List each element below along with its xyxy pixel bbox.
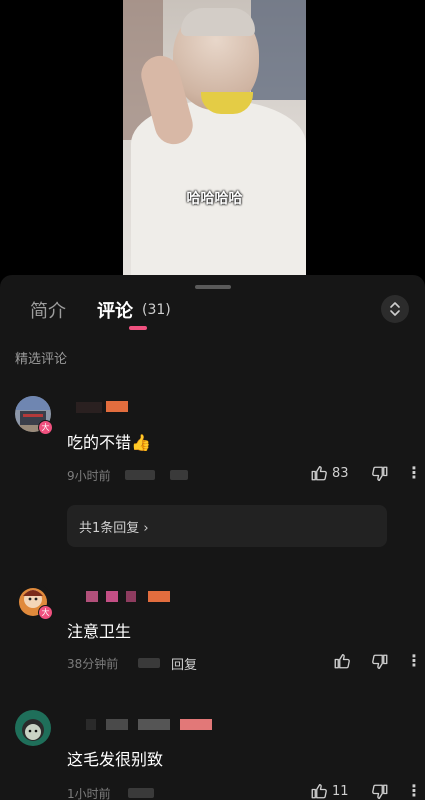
like-count: 83 bbox=[332, 465, 349, 481]
video-player[interactable]: 哈哈哈哈 bbox=[0, 0, 425, 280]
username-blurred-tag bbox=[148, 591, 170, 602]
chevron-right-icon: › bbox=[143, 521, 149, 536]
expand-collapse-icon bbox=[388, 301, 402, 317]
level-badge-icon: 大 bbox=[38, 420, 53, 435]
username-blurred[interactable] bbox=[76, 402, 102, 413]
avatar[interactable] bbox=[15, 710, 51, 746]
video-frame[interactable]: 哈哈哈哈 bbox=[123, 0, 306, 275]
video-caption: 哈哈哈哈 bbox=[186, 191, 243, 207]
dislike-button[interactable] bbox=[371, 653, 389, 671]
location-blurred bbox=[125, 470, 155, 480]
more-options-icon[interactable]: ⋮ bbox=[406, 651, 422, 670]
section-label-featured: 精选评论 bbox=[15, 352, 68, 367]
video-bg-right bbox=[251, 0, 306, 100]
thumbs-down-icon bbox=[371, 783, 389, 800]
level-badge-icon: 大 bbox=[38, 605, 53, 620]
meta-blurred bbox=[170, 470, 188, 480]
thumbs-up-icon bbox=[310, 782, 328, 800]
comment-time: 9小时前 bbox=[67, 469, 111, 483]
comment-panel: 简介 评论 (31) 精选评论 大 吃的不错👍 9小时前 83 ⋮ 共1条回复 … bbox=[0, 275, 425, 800]
thumbs-up-icon bbox=[310, 464, 328, 482]
location-blurred bbox=[128, 788, 154, 798]
thumbs-up-icon bbox=[333, 652, 351, 670]
thumbs-down-icon bbox=[371, 653, 389, 671]
tab-comments[interactable]: 评论 bbox=[97, 297, 133, 323]
reply-button[interactable]: 回复 bbox=[171, 654, 197, 673]
username-blurred[interactable] bbox=[86, 719, 96, 730]
like-button[interactable]: 11 bbox=[310, 782, 349, 800]
username-blurred bbox=[106, 719, 128, 730]
comment-text[interactable]: 吃的不错👍 bbox=[67, 429, 151, 453]
thumbs-up-emoji: 👍 bbox=[131, 433, 151, 452]
comment-time: 1小时前 bbox=[67, 787, 111, 800]
comment-count: (31) bbox=[142, 302, 171, 318]
replies-label: 共1条回复 › bbox=[79, 521, 149, 536]
dislike-button[interactable] bbox=[371, 783, 389, 800]
like-button[interactable]: 83 bbox=[310, 464, 349, 482]
username-blurred bbox=[126, 591, 136, 602]
drag-handle[interactable] bbox=[195, 285, 231, 289]
like-button[interactable] bbox=[333, 652, 351, 670]
dislike-button[interactable] bbox=[371, 465, 389, 483]
location-blurred bbox=[138, 658, 160, 668]
like-count: 11 bbox=[332, 783, 349, 799]
username-blurred-tag bbox=[106, 401, 128, 412]
expand-button[interactable] bbox=[381, 295, 409, 323]
username-blurred bbox=[106, 591, 118, 602]
thumbs-down-icon bbox=[371, 465, 389, 483]
username-blurred-tag bbox=[180, 719, 212, 730]
more-options-icon[interactable]: ⋮ bbox=[406, 781, 422, 800]
username-blurred bbox=[138, 719, 170, 730]
replies-expander[interactable]: 共1条回复 › bbox=[67, 505, 387, 547]
comment-text[interactable]: 注意卫生 bbox=[67, 618, 131, 642]
comment-text[interactable]: 这毛发很别致 bbox=[67, 746, 163, 770]
tab-intro[interactable]: 简介 bbox=[30, 297, 66, 323]
username-blurred[interactable] bbox=[86, 591, 98, 602]
more-options-icon[interactable]: ⋮ bbox=[406, 463, 422, 482]
tab-active-indicator bbox=[129, 326, 147, 330]
comment-time: 38分钟前 bbox=[67, 657, 119, 671]
video-child-hair bbox=[181, 8, 255, 36]
